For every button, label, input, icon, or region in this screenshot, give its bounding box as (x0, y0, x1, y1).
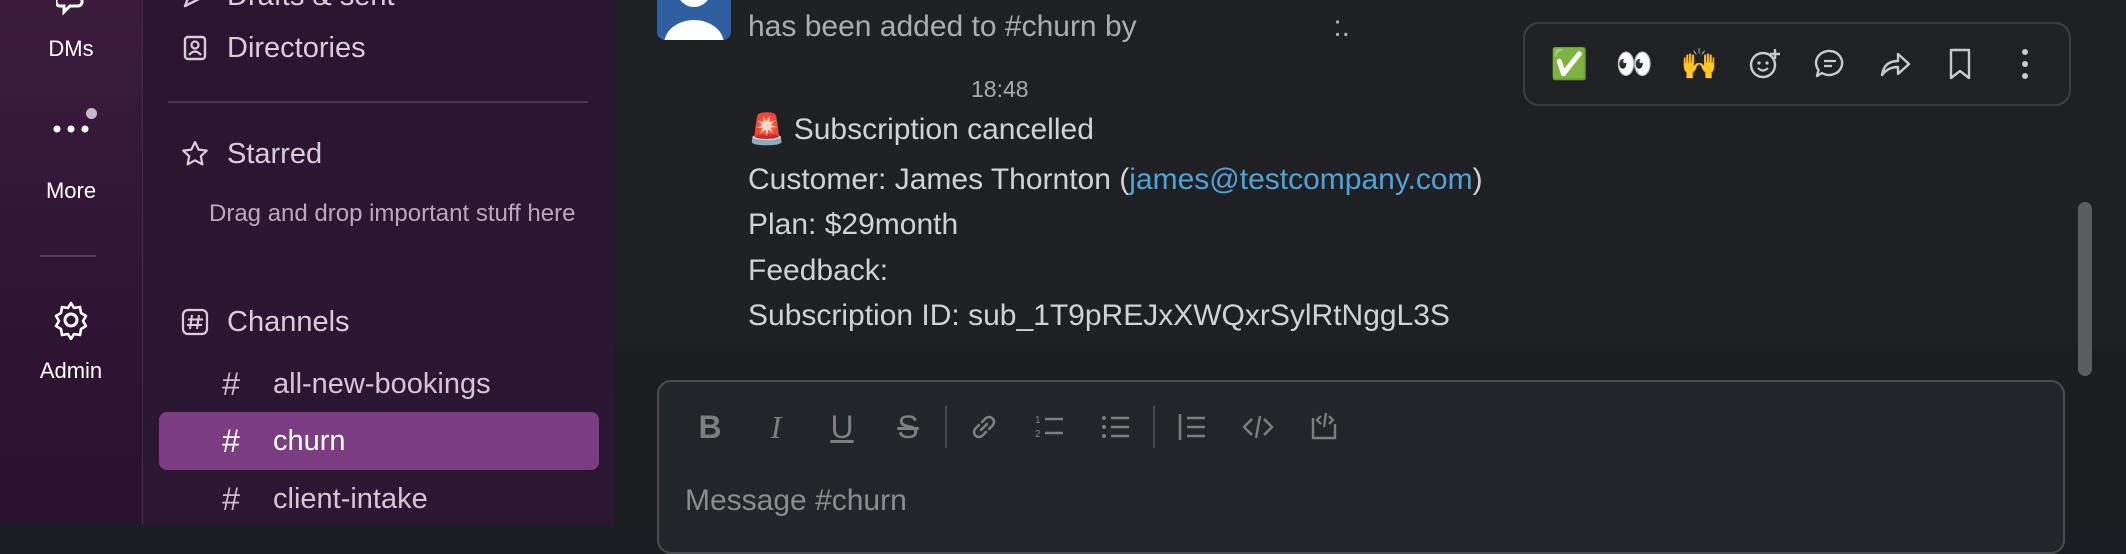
channel-churn[interactable]: # churn (159, 412, 599, 470)
hash-icon: # (222, 365, 240, 402)
message-input[interactable] (683, 478, 1987, 524)
code-icon (1242, 415, 1274, 439)
sidebar-item-label: Directories (227, 31, 366, 64)
toolbar-separator (1153, 406, 1155, 448)
ordered-list-button[interactable]: 12 (1017, 402, 1083, 452)
bullet-list-button[interactable] (1083, 402, 1149, 452)
sidebar-item-label: Drafts & sent (227, 0, 395, 13)
rail-more[interactable]: More (0, 122, 142, 204)
feedback-line: Feedback: (748, 254, 889, 287)
more-actions-button[interactable] (2000, 39, 2050, 89)
channel-all-new-bookings[interactable]: # all-new-bookings (159, 355, 599, 413)
italic-icon: I (770, 408, 782, 445)
code-block-button[interactable] (1291, 402, 1357, 452)
add-reaction-icon (1749, 49, 1780, 79)
channel-label: churn (273, 424, 346, 457)
user-avatar-icon (664, 0, 724, 40)
link-icon (972, 415, 996, 439)
join-text: has been added to #churn by (748, 10, 1137, 43)
siren-emoji: 🚨 (748, 113, 786, 146)
rail-divider (40, 255, 96, 257)
section-starred[interactable]: Starred (177, 136, 322, 172)
link-button[interactable] (951, 402, 1017, 452)
underline-icon: U (830, 408, 854, 445)
gear-icon (54, 301, 88, 340)
section-channels[interactable]: Channels (177, 304, 350, 340)
message-timestamp[interactable]: 18:48 (971, 76, 1029, 103)
message-title-line: 🚨 Subscription cancelled (748, 112, 1094, 147)
blockquote-icon (1178, 414, 1205, 440)
bullet-list-icon (1102, 416, 1129, 438)
message-actions-toolbar: ✅ 👀 🙌 (1523, 22, 2071, 106)
bookmark-icon (1949, 48, 1970, 80)
underline-button[interactable]: U (809, 402, 875, 452)
join-suffix: :. (1333, 10, 1350, 43)
customer-suffix: ) (1472, 163, 1483, 196)
check-emoji: ✅ (1550, 47, 1589, 81)
channel-hash-icon (177, 304, 213, 340)
react-eyes-button[interactable]: 👀 (1610, 39, 1660, 89)
save-button[interactable] (1935, 39, 1985, 89)
svg-text:2: 2 (1035, 429, 1041, 440)
kebab-icon (2021, 49, 2028, 79)
react-raised-hands-button[interactable]: 🙌 (1675, 39, 1725, 89)
reply-thread-button[interactable] (1805, 39, 1855, 89)
send-icon (177, 0, 213, 14)
hash-icon: # (222, 422, 240, 459)
channel-sidebar: Drafts & sent Directories Starred Drag a… (143, 0, 614, 524)
customer-text: Customer: James Thornton ( (748, 163, 1130, 196)
bold-icon: B (698, 408, 722, 445)
customer-line: Customer: James Thornton (james@testcomp… (748, 163, 1483, 197)
rail-dms[interactable]: DMs (0, 0, 142, 62)
star-icon (177, 136, 213, 172)
rail-more-label: More (45, 178, 97, 203)
hash-icon: # (222, 480, 240, 517)
plan-line: Plan: $29month (748, 208, 959, 241)
subscription-id-line: Subscription ID: sub_1T9pREJxXWQxrSylRtN… (748, 299, 1450, 332)
strikethrough-icon: S (897, 408, 919, 445)
message-pane: has been added to #churn by :. 18:48 🚨 S… (615, 0, 2126, 554)
formatting-toolbar: B I U S 12 (677, 402, 1357, 452)
message-list: has been added to #churn by :. 18:48 🚨 S… (615, 0, 2126, 346)
rail-admin-label: Admin (39, 358, 103, 383)
forward-button[interactable] (1870, 39, 1920, 89)
message-scrollbar[interactable] (2078, 202, 2092, 376)
channel-client-intake[interactable]: # client-intake (159, 470, 599, 528)
starred-hint: Drag and drop important stuff here (209, 200, 576, 227)
rail-dms-label: DMs (48, 36, 94, 61)
directory-icon (177, 30, 213, 66)
code-block-icon (1311, 412, 1337, 440)
blockquote-button[interactable] (1159, 402, 1225, 452)
sidebar-item-drafts[interactable]: Drafts & sent (177, 0, 395, 14)
forward-icon (1880, 52, 1910, 77)
section-label: Channels (227, 305, 350, 338)
more-icon (53, 125, 89, 133)
bold-button[interactable]: B (677, 402, 743, 452)
eyes-emoji: 👀 (1615, 47, 1654, 81)
ordered-list-icon: 12 (1035, 415, 1063, 440)
message-title: Subscription cancelled (793, 113, 1094, 146)
channel-label: all-new-bookings (273, 367, 491, 400)
customer-email-link[interactable]: james@testcompany.com (1129, 163, 1472, 196)
strikethrough-button[interactable]: S (875, 402, 941, 452)
code-button[interactable] (1225, 402, 1291, 452)
svg-text:1: 1 (1035, 415, 1041, 426)
thread-icon (1814, 49, 1843, 78)
message-composer: B I U S 12 (657, 380, 2065, 554)
react-check-button[interactable]: ✅ (1545, 39, 1595, 89)
italic-button[interactable]: I (743, 402, 809, 452)
workspace-rail: DMs More Admin (0, 0, 143, 524)
raised-hands-emoji: 🙌 (1680, 47, 1719, 81)
activity-dot (86, 108, 97, 119)
toolbar-separator (945, 406, 947, 448)
sidebar-divider (168, 101, 588, 103)
channel-label: client-intake (273, 482, 428, 515)
add-reaction-button[interactable] (1740, 39, 1790, 89)
rail-admin[interactable]: Admin (0, 300, 142, 384)
section-label: Starred (227, 137, 323, 170)
sidebar-item-directories[interactable]: Directories (177, 30, 366, 66)
avatar[interactable] (657, 0, 731, 40)
dms-icon (56, 0, 84, 16)
